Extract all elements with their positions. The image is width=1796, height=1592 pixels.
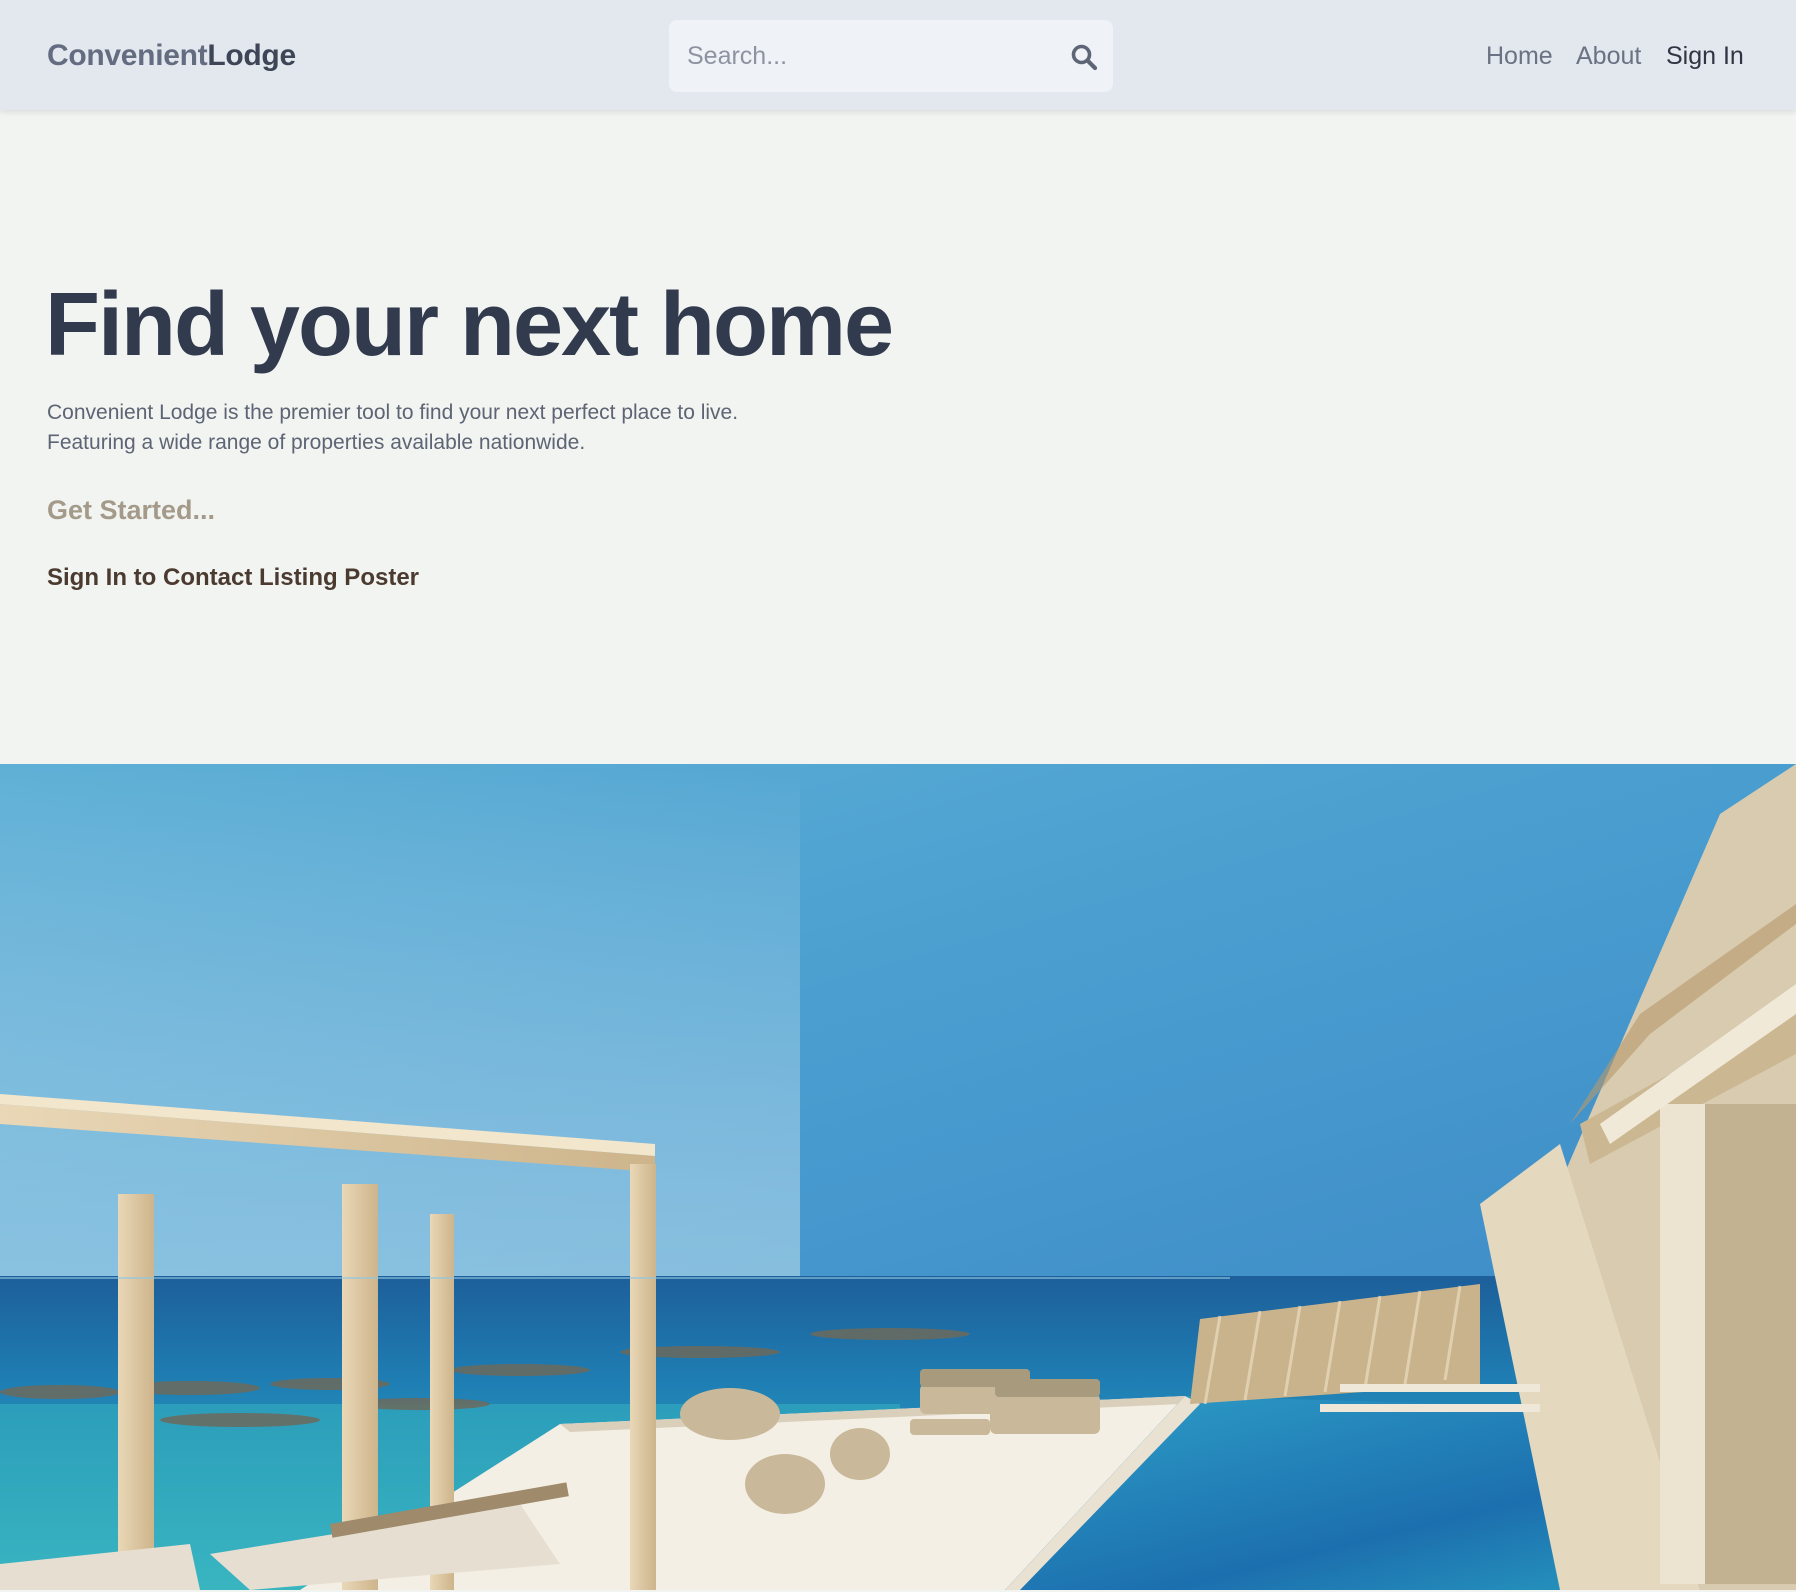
hero-photo (0, 764, 1796, 1590)
logo-text-lodge: Lodge (207, 39, 296, 72)
search-icon[interactable] (1069, 42, 1099, 72)
top-navbar: ConvenientLodge Home About Sign In (0, 0, 1796, 110)
search-bar (669, 20, 1113, 92)
sign-in-to-contact-link[interactable]: Sign In to Contact Listing Poster (47, 562, 419, 594)
nav-sign-in-link[interactable]: Sign In (1666, 40, 1744, 72)
hero-description-line-1: Convenient Lodge is the premier tool to … (47, 401, 739, 424)
site-logo[interactable]: ConvenientLodge (47, 38, 296, 74)
nav-home-link[interactable]: Home (1486, 40, 1553, 72)
search-input[interactable] (687, 20, 1047, 92)
hero-description: Convenient Lodge is the premier tool to … (47, 398, 867, 458)
hero-description-line-2: Featuring a wide range of properties ava… (47, 431, 586, 454)
page-title: Find your next home (45, 275, 894, 375)
nav-about-link[interactable]: About (1576, 40, 1641, 72)
get-started-link[interactable]: Get Started... (47, 492, 215, 528)
logo-text-convenient: Convenient (47, 39, 208, 72)
